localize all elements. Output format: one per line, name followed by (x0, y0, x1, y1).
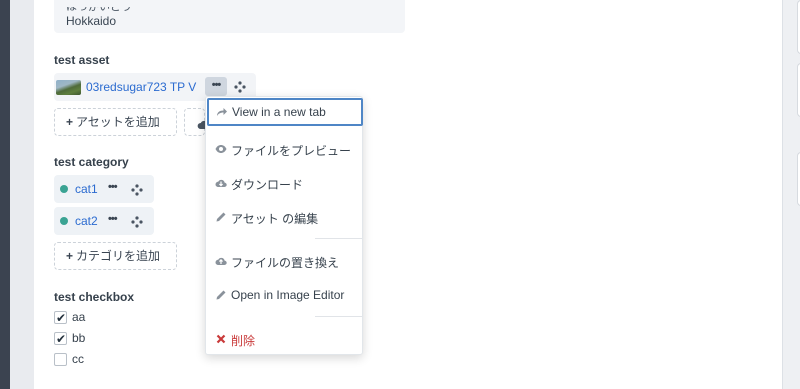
menu-item-open-image-editor[interactable]: Open in Image Editor (206, 281, 364, 309)
menu-item-preview-file[interactable]: ファイルをプレビュー (206, 135, 364, 163)
eye-icon (215, 143, 227, 155)
move-handle-icon[interactable] (233, 80, 247, 94)
checkmark-icon: ✔ (56, 332, 67, 346)
category-more-button[interactable]: ••• (108, 213, 118, 225)
checkmark-icon: ✔ (56, 311, 67, 325)
category-name-link[interactable]: cat2 (75, 214, 98, 228)
menu-item-view-new-tab[interactable]: View in a new tab (207, 98, 363, 126)
asset-thumbnail[interactable] (56, 80, 81, 95)
category-name-link[interactable]: cat1 (75, 182, 98, 196)
x-icon (215, 333, 227, 345)
pencil-icon (215, 289, 227, 301)
category-more-button[interactable]: ••• (108, 181, 118, 193)
cloud-upload-icon (215, 255, 227, 267)
address-value-box: ほっかいどう Hokkaido (54, 0, 405, 33)
add-asset-label: アセットを追加 (76, 115, 160, 129)
checkbox[interactable]: ✔ (54, 311, 67, 325)
category-color-dot (60, 217, 68, 225)
prefecture-name: Hokkaido (66, 14, 117, 28)
add-category-label: カテゴリを追加 (76, 249, 161, 263)
checkbox-field-label: test checkbox (54, 290, 135, 304)
menu-divider (315, 238, 362, 239)
checkbox[interactable] (54, 353, 67, 366)
share-arrow-icon (216, 106, 228, 118)
checkbox[interactable]: ✔ (54, 332, 67, 346)
prefecture-kana: ほっかいどう (66, 7, 132, 13)
asset-name-link[interactable]: 03redsugar723 TP V (86, 80, 196, 94)
move-handle-icon[interactable] (130, 183, 144, 197)
category-chip[interactable]: cat1 ••• (54, 175, 154, 203)
category-chip[interactable]: cat2 ••• (54, 207, 154, 235)
add-asset-button[interactable]: + アセットを追加 (54, 108, 177, 136)
plus-icon: + (66, 249, 74, 263)
checkbox-label[interactable]: cc (72, 352, 84, 366)
asset-more-button[interactable]: ••• (205, 77, 227, 96)
move-handle-icon[interactable] (130, 215, 144, 229)
menu-item-download[interactable]: ダウンロード (206, 169, 364, 197)
pencil-icon (215, 211, 227, 223)
menu-item-edit-asset[interactable]: アセット の編集 (206, 203, 364, 231)
upload-asset-button[interactable] (184, 108, 211, 136)
right-panel-edge (782, 0, 800, 389)
category-field-label: test category (54, 155, 129, 169)
checkbox-label[interactable]: aa (72, 310, 85, 324)
menu-item-replace-file[interactable]: ファイルの置き換え (206, 247, 364, 275)
menu-item-delete[interactable]: 削除 (206, 325, 364, 353)
category-color-dot (60, 185, 68, 193)
plus-icon: + (66, 115, 74, 129)
app-sidebar-edge (0, 0, 10, 389)
asset-context-menu: View in a new tab ファイルをプレビュー ダウンロード アセット… (205, 96, 363, 355)
checkbox-label[interactable]: bb (72, 331, 85, 345)
asset-field-label: test asset (54, 53, 110, 67)
cloud-download-icon (215, 177, 227, 189)
add-category-button[interactable]: + カテゴリを追加 (54, 242, 177, 270)
menu-divider (315, 316, 362, 317)
